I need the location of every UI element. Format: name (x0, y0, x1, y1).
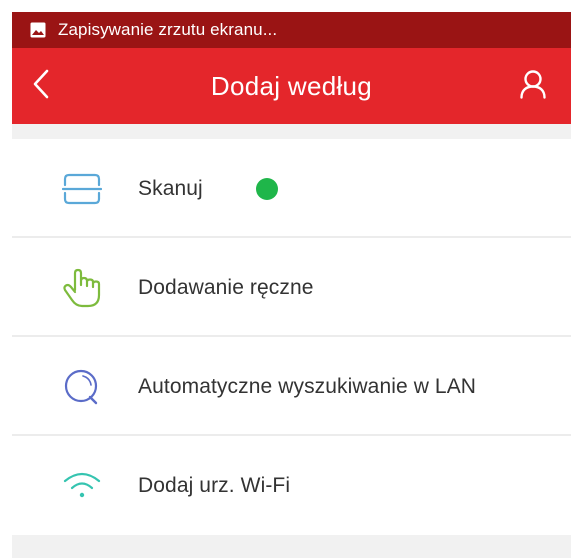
menu-item-wifi-device[interactable]: Dodaj urz. Wi-Fi (12, 436, 571, 535)
search-lan-icon (60, 365, 104, 409)
notification-text: Zapisywanie zrzutu ekranu... (58, 20, 278, 39)
hand-pointer-icon (60, 266, 104, 310)
menu-item-label: Dodaj urz. Wi-Fi (138, 473, 291, 497)
add-method-list: Skanuj Dodawanie ręczne Automatyczne wys… (12, 139, 571, 535)
menu-item-label: Skanuj (138, 176, 203, 200)
image-icon (30, 22, 46, 38)
menu-item-label: Automatyczne wyszukiwanie w LAN (138, 374, 477, 398)
app-screen: Zapisywanie zrzutu ekranu... Dodaj wedłu… (12, 12, 571, 558)
menu-item-lan-search[interactable]: Automatyczne wyszukiwanie w LAN (12, 337, 571, 436)
status-bar: Zapisywanie zrzutu ekranu... (12, 12, 571, 48)
scan-icon (60, 167, 104, 211)
user-button[interactable] (517, 69, 549, 104)
menu-item-label: Dodawanie ręczne (138, 275, 314, 299)
menu-item-scan[interactable]: Skanuj (12, 139, 571, 238)
user-icon (519, 69, 547, 104)
wifi-icon (60, 464, 104, 508)
page-title: Dodaj według (210, 71, 373, 101)
header: Dodaj według (12, 48, 571, 124)
menu-item-manual-add[interactable]: Dodawanie ręczne (12, 238, 571, 337)
status-dot (256, 177, 278, 200)
